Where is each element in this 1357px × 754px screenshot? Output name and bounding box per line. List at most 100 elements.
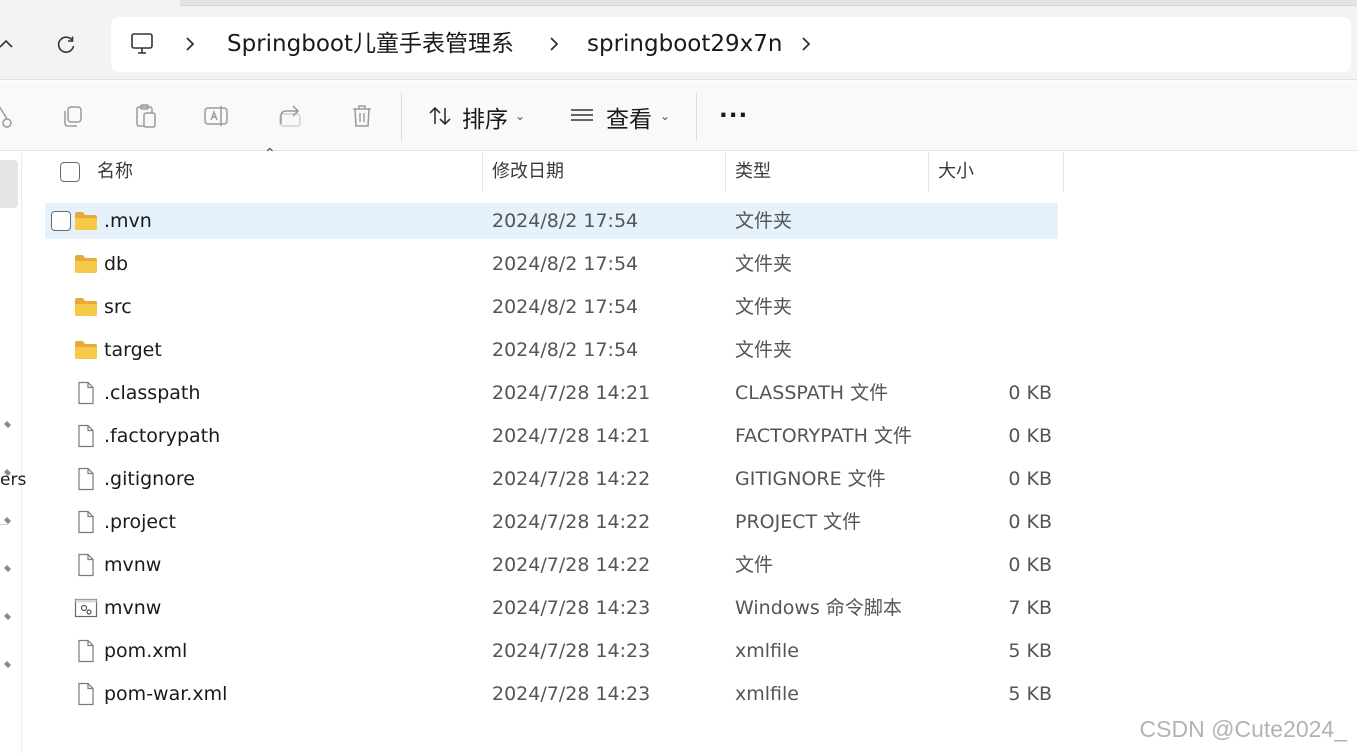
file-modified-date: 2024/7/28 14:23 [492,683,651,705]
chevron-right-icon[interactable] [543,33,565,55]
pin-icon[interactable] [0,418,14,432]
command-bar: 排序 ⌄ 查看 ⌄ ··· [0,81,1357,151]
file-modified-date: 2024/7/28 14:21 [492,425,651,447]
chevron-down-icon[interactable]: ⌄ [515,109,525,123]
file-size: 5 KB [1008,683,1052,705]
file-type: 文件夹 [735,339,793,361]
file-row[interactable]: db 2024/8/2 17:54 文件夹 [45,246,1058,282]
file-icon [73,553,99,577]
file-modified-date: 2024/7/28 14:22 [492,511,651,533]
file-icon [73,381,99,405]
file-type: FACTORYPATH 文件 [735,425,912,447]
chevron-right-icon[interactable] [795,33,817,55]
file-row[interactable]: pom-war.xml 2024/7/28 14:23 xmlfile 5 KB [45,676,1058,712]
file-size [932,332,1052,368]
file-modified-date: 2024/7/28 14:23 [492,640,651,662]
column-divider[interactable] [725,152,726,192]
sort-button[interactable]: 排序 [462,81,508,151]
file-size: 7 KB [1008,597,1052,619]
file-type: 文件夹 [735,253,793,275]
file-row[interactable]: mvnw 2024/7/28 14:22 文件 0 KB [45,547,1058,583]
file-size: 0 KB [1008,554,1052,576]
file-type: GITIGNORE 文件 [735,468,886,490]
column-header-modified[interactable]: 修改日期 [492,152,564,192]
file-name[interactable]: .project [104,504,176,540]
window-tab-edge [180,0,1357,6]
file-row[interactable]: target 2024/8/2 17:54 文件夹 [45,332,1058,368]
up-arrow-icon[interactable] [0,27,24,63]
column-divider[interactable] [1063,152,1064,192]
script-icon [73,596,99,620]
chevron-down-icon[interactable]: ⌄ [660,109,670,123]
file-size: 0 KB [1008,511,1052,533]
pin-icon[interactable] [0,562,14,576]
sort-icon[interactable] [425,101,455,131]
pin-icon[interactable] [0,514,14,528]
file-name[interactable]: mvnw [104,590,161,626]
file-name[interactable]: .gitignore [104,461,195,497]
folder-icon [73,252,99,276]
column-header-type[interactable]: 类型 [735,152,771,192]
file-row[interactable]: src 2024/8/2 17:54 文件夹 [45,289,1058,325]
folder-icon [73,338,99,362]
file-type: 文件 [735,554,774,576]
file-type: xmlfile [735,683,799,705]
file-name[interactable]: .classpath [104,375,200,411]
title-address-area: Springboot儿童手表管理系 springboot29x7n [0,0,1357,80]
file-name[interactable]: db [104,246,128,282]
delete-icon[interactable] [347,101,377,131]
nav-selected-item[interactable] [0,160,18,208]
file-name[interactable]: mvnw [104,547,161,583]
file-modified-date: 2024/8/2 17:54 [492,210,639,232]
watermark: CSDN @Cute2024_ [1139,716,1347,742]
rename-icon[interactable] [202,101,232,131]
more-options-button[interactable]: ··· [719,81,748,151]
file-row[interactable]: .mvn 2024/8/2 17:54 文件夹 [45,203,1058,239]
file-modified-date: 2024/7/28 14:22 [492,554,651,576]
file-size [932,246,1052,282]
this-pc-icon[interactable] [129,31,157,57]
file-modified-date: 2024/7/28 14:22 [492,468,651,490]
file-name[interactable]: .factorypath [104,418,220,454]
sort-ascending-icon: ⌃ [264,146,276,162]
address-bar[interactable]: Springboot儿童手表管理系 springboot29x7n [111,17,1351,72]
file-name[interactable]: src [104,289,132,325]
file-name[interactable]: .mvn [104,203,152,239]
file-size: 0 KB [1008,468,1052,490]
file-size: 0 KB [1008,425,1052,447]
file-row[interactable]: .factorypath 2024/7/28 14:21 FACTORYPATH 文… [45,418,1058,454]
file-name[interactable]: pom.xml [104,633,187,669]
chevron-right-icon[interactable] [179,33,201,55]
file-type: 文件夹 [735,296,793,318]
file-row[interactable]: .classpath 2024/7/28 14:21 CLASSPATH 文件 0 K… [45,375,1058,411]
column-header-size[interactable]: 大小 [938,152,974,192]
file-name[interactable]: pom-war.xml [104,676,227,712]
copy-icon[interactable] [58,101,88,131]
file-row[interactable]: .gitignore 2024/7/28 14:22 GITIGNORE 文件 0 K… [45,461,1058,497]
refresh-icon[interactable] [48,27,84,63]
toolbar-divider [696,93,697,141]
select-all-checkbox[interactable] [60,162,80,182]
paste-icon[interactable] [131,101,161,131]
file-modified-date: 2024/7/28 14:21 [492,382,651,404]
breadcrumb-current-folder[interactable]: springboot29x7n [587,17,782,72]
file-row[interactable]: .project 2024/7/28 14:22 PROJECT 文件 0 KB [45,504,1058,540]
column-header-name[interactable]: 名称 [97,152,133,192]
file-row[interactable]: mvnw 2024/7/28 14:23 Windows 命令脚本 7 KB [45,590,1058,626]
view-button[interactable]: 查看 [606,81,652,151]
pin-icon[interactable] [0,466,14,480]
column-divider[interactable] [482,152,483,192]
breadcrumb-project[interactable]: Springboot儿童手表管理系 [227,17,514,72]
file-type: 文件夹 [735,210,793,232]
share-icon[interactable] [275,101,305,131]
row-checkbox[interactable] [51,211,71,231]
file-icon [73,682,99,706]
file-row[interactable]: pom.xml 2024/7/28 14:23 xmlfile 5 KB [45,633,1058,669]
cut-icon[interactable] [0,101,20,131]
pin-icon[interactable] [0,610,14,624]
view-lines-icon[interactable] [567,101,597,131]
column-divider[interactable] [928,152,929,192]
file-icon [73,467,99,491]
pin-icon[interactable] [0,658,14,672]
file-name[interactable]: target [104,332,162,368]
